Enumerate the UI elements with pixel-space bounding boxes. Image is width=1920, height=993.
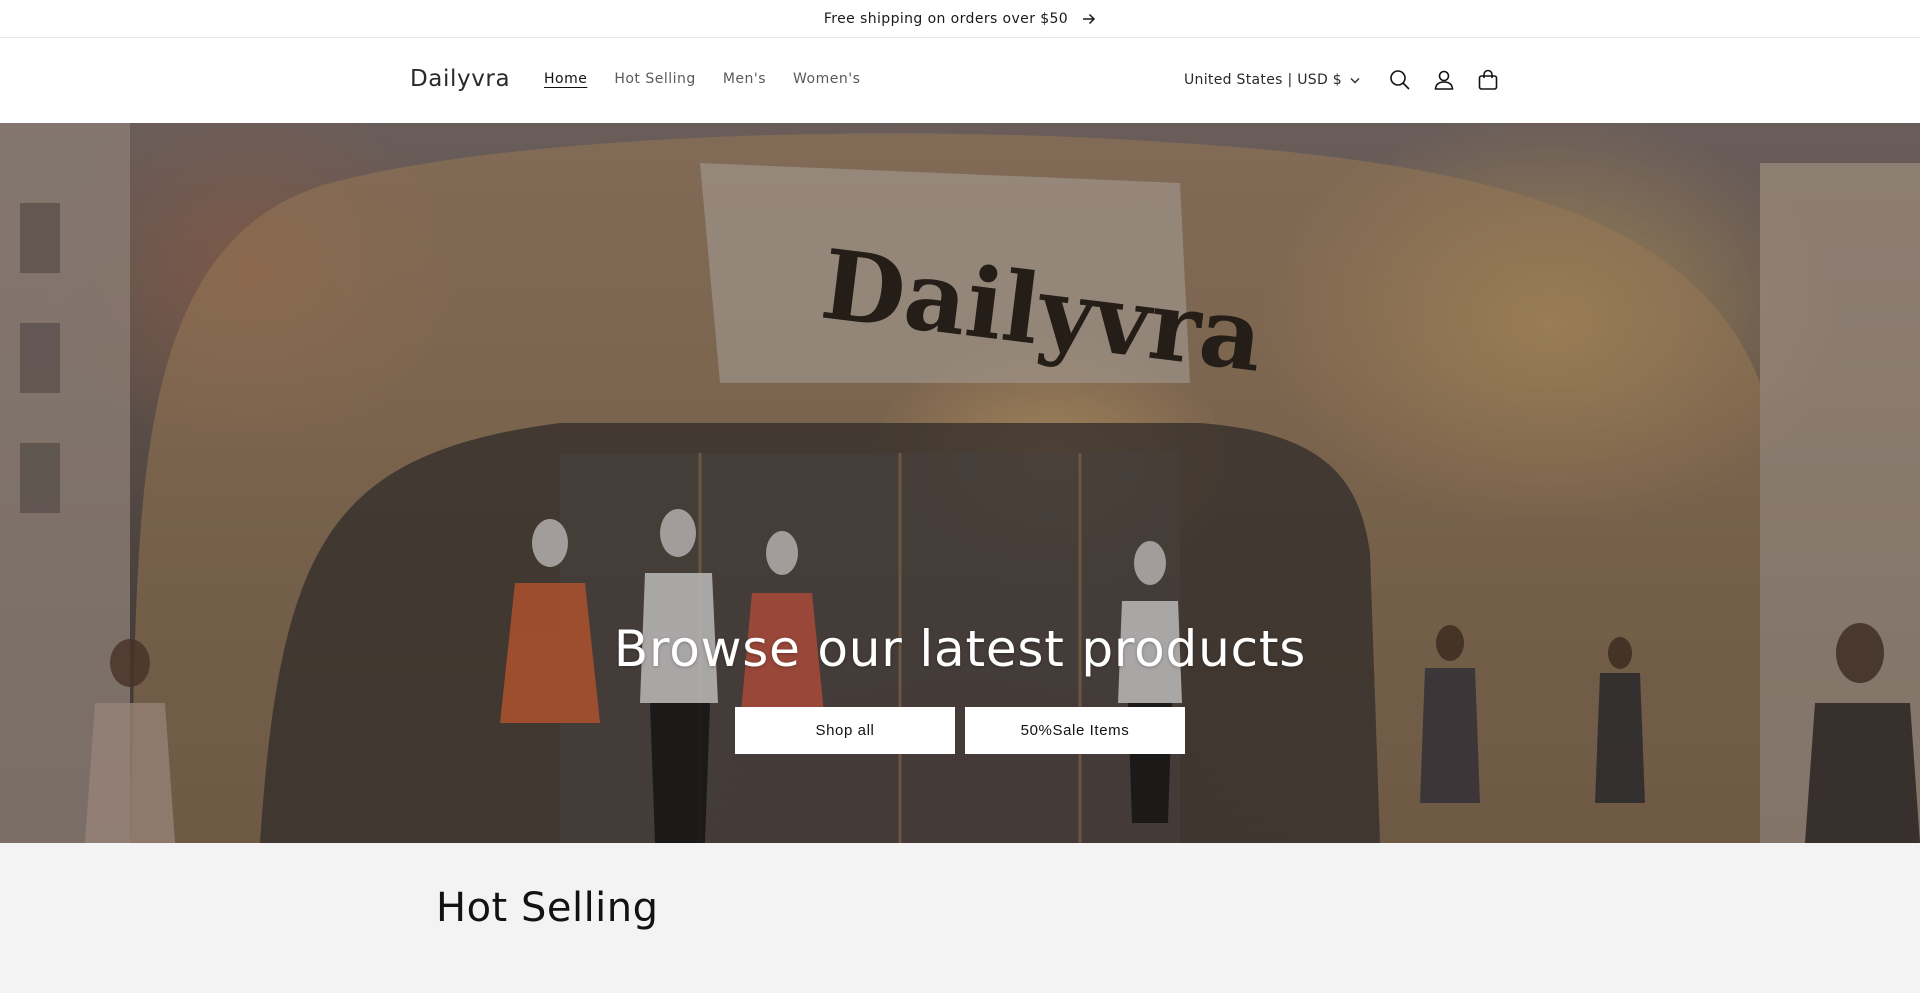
cart-icon[interactable] [1466, 62, 1510, 98]
shop-all-button[interactable]: Shop all [735, 707, 955, 754]
section-title: Hot Selling [436, 885, 659, 931]
nav-mens[interactable]: Men's [713, 71, 783, 87]
hero-banner: Dailyvra Browse our latest products Shop… [0, 123, 1920, 843]
search-icon[interactable] [1378, 62, 1422, 98]
site-header: Dailyvra Home Hot Selling Men's Women's … [0, 38, 1920, 123]
locale-selector[interactable]: United States | USD $ [1184, 72, 1360, 88]
main-nav: Home Hot Selling Men's Women's [534, 71, 877, 87]
hero-buttons: Shop all 50%Sale Items [0, 707, 1920, 754]
arrow-right-icon [1082, 13, 1096, 25]
announcement-text: Free shipping on orders over $50 [823, 10, 1069, 27]
site-logo[interactable]: Dailyvra [410, 66, 510, 92]
hero-heading: Browse our latest products [613, 620, 1307, 678]
announcement-bar[interactable]: Free shipping on orders over $50 [0, 0, 1920, 38]
locale-label: United States | USD $ [1184, 72, 1342, 88]
chevron-down-icon [1350, 72, 1360, 88]
nav-womens[interactable]: Women's [783, 71, 877, 87]
account-icon[interactable] [1422, 62, 1466, 98]
nav-hot-selling[interactable]: Hot Selling [604, 71, 712, 87]
hot-selling-section: Hot Selling [0, 843, 1920, 993]
nav-home[interactable]: Home [534, 71, 604, 87]
sale-items-button[interactable]: 50%Sale Items [965, 707, 1185, 754]
header-actions: United States | USD $ [1184, 62, 1510, 98]
